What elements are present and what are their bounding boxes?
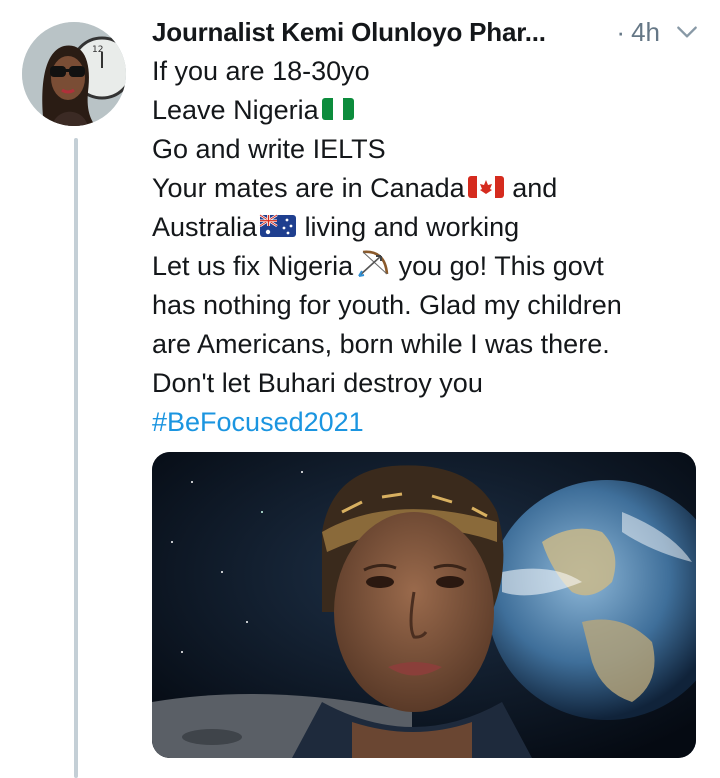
australia-flag-icon bbox=[259, 213, 297, 237]
tweet-line: Australia living and working bbox=[152, 212, 520, 242]
avatar-photo: 12 bbox=[22, 22, 126, 126]
bow-and-arrow-icon bbox=[358, 250, 389, 277]
tweet-meta: · 4h bbox=[616, 17, 700, 48]
tweet-timestamp[interactable]: 4h bbox=[631, 17, 660, 48]
tweet-line: Don't let Buhari destroy you bbox=[152, 368, 483, 398]
hashtag-link[interactable]: #BeFocused2021 bbox=[152, 407, 364, 437]
canada-flag-icon bbox=[467, 176, 504, 198]
tweet-line: Go and write IELTS bbox=[152, 134, 386, 164]
tweet-line: are Americans, born while I was there. bbox=[152, 329, 610, 359]
tweet-line: #BeFocused2021 bbox=[152, 403, 702, 442]
tweet-text: If you are 18-30yo Leave Nigeria Go and … bbox=[152, 52, 702, 442]
tweet-header: Journalist Kemi Olunloyo Phar... · 4h bbox=[152, 12, 700, 52]
nigeria-flag-icon bbox=[321, 98, 354, 120]
author-name[interactable]: Journalist Kemi Olunloyo Phar... bbox=[152, 17, 546, 48]
tweet-line: If you are 18-30yo bbox=[152, 56, 370, 86]
meta-separator: · bbox=[616, 16, 626, 47]
tweet-media-image[interactable] bbox=[152, 452, 696, 758]
tweet-line: has nothing for youth. Glad my children bbox=[152, 290, 622, 320]
author-avatar[interactable]: 12 bbox=[22, 22, 126, 126]
tweet-line: Leave Nigeria bbox=[152, 91, 702, 130]
thread-connector-line bbox=[74, 138, 78, 778]
tweet-line: Your mates are in Canada and bbox=[152, 173, 558, 203]
photo-selfie-with-earth bbox=[152, 452, 696, 758]
tweet-line: Let us fix Nigeria you go! This govt bbox=[152, 247, 702, 286]
chevron-down-icon[interactable] bbox=[674, 19, 700, 45]
